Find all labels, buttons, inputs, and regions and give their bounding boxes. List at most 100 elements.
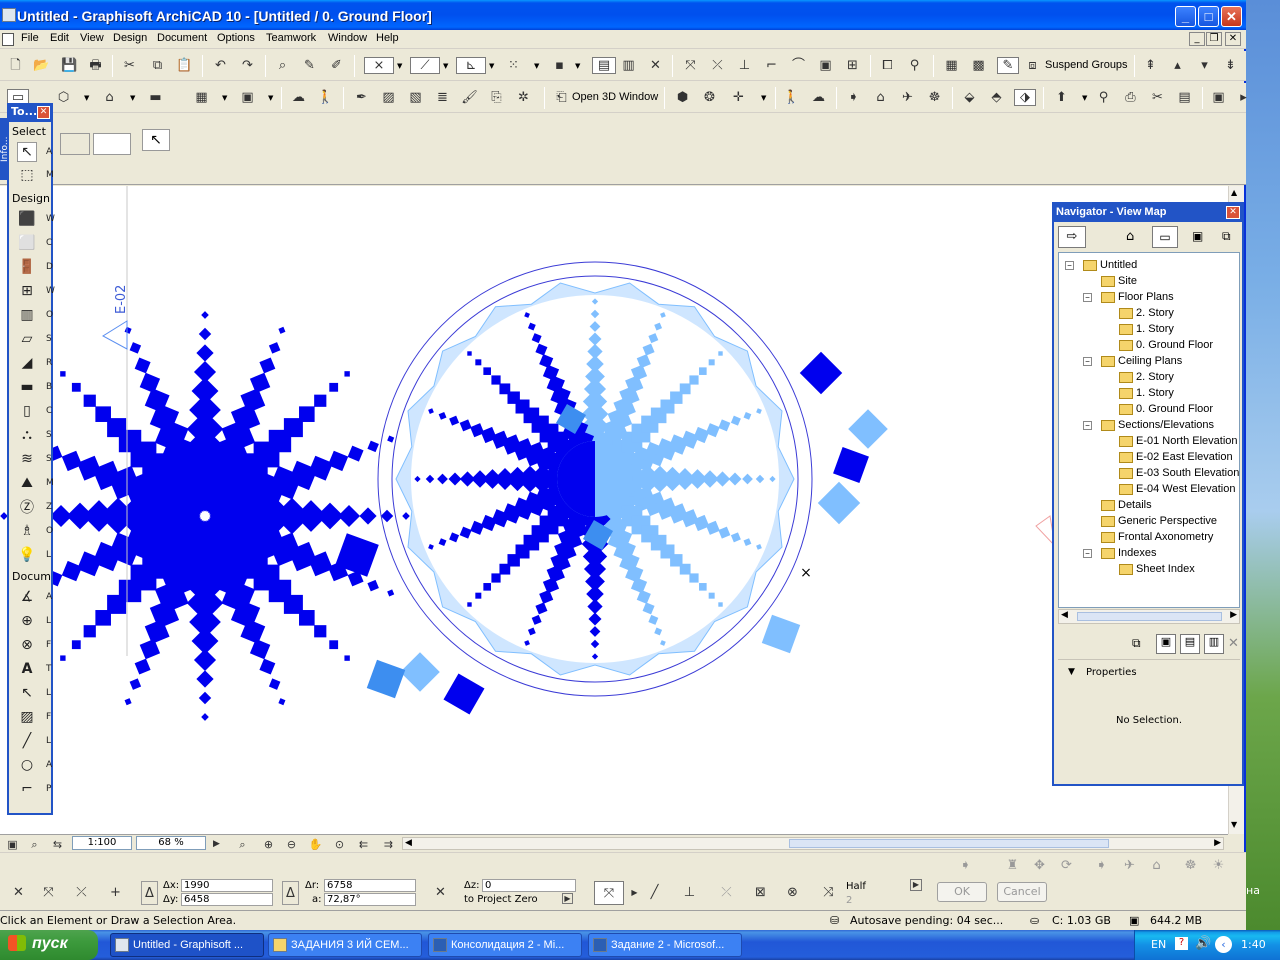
ungroup-icon[interactable]: ⚲	[906, 57, 923, 74]
chair-tool-icon[interactable]: ♗	[17, 521, 37, 541]
intersect-icon[interactable]: ⤧	[682, 57, 699, 74]
navigator-close-icon[interactable]: ✕	[1226, 206, 1240, 219]
mdi-minimize-button[interactable]: _	[1189, 32, 1205, 46]
absolute-coord-icon[interactable]: ⤫	[73, 884, 90, 901]
project-map-icon[interactable]: ⌂	[1126, 229, 1134, 244]
nav-light-icon[interactable]: ☀	[1210, 857, 1227, 874]
3d-box-icon[interactable]: ⬢	[674, 89, 691, 106]
angle-guide-icon[interactable]: ⟋	[410, 57, 440, 74]
relative-coord-icon[interactable]: ⤧	[40, 884, 57, 901]
navigator-hscroll[interactable]: ◀ ▶	[1058, 609, 1240, 624]
inject-icon[interactable]: ✐	[328, 57, 345, 74]
elevation-tool-icon[interactable]: ⬆	[1053, 89, 1070, 106]
task-archicad[interactable]: Untitled - Graphisoft ...	[110, 933, 264, 957]
snap-menu-icon[interactable]: ▶	[910, 879, 922, 891]
resize-icon[interactable]: ⊞	[844, 57, 861, 74]
delete-point-icon[interactable]: ✕	[10, 884, 27, 901]
pan-view-icon[interactable]: ⇆	[49, 836, 66, 853]
layout-icon[interactable]: ▣	[239, 89, 256, 106]
zoom-fit-icon[interactable]: ⌕	[26, 836, 43, 853]
tree-node[interactable]: − Untitled	[1065, 257, 1137, 273]
level-dimension-tool-icon[interactable]: ⊕	[17, 611, 37, 631]
text-tool-icon[interactable]: A	[17, 659, 37, 679]
nav-forward-icon[interactable]: ➧	[1093, 857, 1110, 874]
guide-line-icon[interactable]: ⤧	[594, 881, 624, 905]
tree-node[interactable]: E-02 East Elevation	[1119, 449, 1233, 465]
pen-icon[interactable]: ✒	[353, 89, 370, 106]
snap-icon[interactable]: ⊾	[456, 57, 486, 74]
undo-icon[interactable]: ↶	[212, 57, 229, 74]
save-icon[interactable]: 💾	[61, 57, 78, 74]
mesh-tool-icon[interactable]: ⛰	[17, 473, 37, 493]
fill-icon[interactable]: ▧	[407, 89, 424, 106]
zoom-field[interactable]: 68 %	[136, 836, 206, 850]
shell-tool-icon[interactable]: ≋	[17, 449, 37, 469]
tree-node[interactable]: 1. Story	[1119, 385, 1174, 401]
expand-arrow-icon[interactable]: ▼	[1068, 667, 1075, 677]
zone-tool-icon[interactable]: Ⓩ	[17, 497, 37, 517]
lamp-tool-icon[interactable]: 💡	[17, 545, 37, 565]
nav-move-icon[interactable]: ✥	[1031, 857, 1048, 874]
tree-node[interactable]: 2. Story	[1119, 369, 1174, 385]
tree-node[interactable]: − Indexes	[1083, 545, 1157, 561]
view-settings-icon[interactable]: ▣	[4, 836, 21, 853]
language-indicator[interactable]: EN	[1151, 938, 1166, 951]
floor-plan-drawing[interactable]: E-02 ×	[0, 186, 1228, 834]
mdi-close-button[interactable]: ✕	[1225, 32, 1241, 46]
cut-icon[interactable]: ✂	[121, 57, 138, 74]
tree-node[interactable]: 0. Ground Floor	[1119, 401, 1213, 417]
render-icon[interactable]: ✲	[515, 89, 532, 106]
plumb-icon[interactable]: ⚲	[1095, 89, 1112, 106]
suspend-groups-label[interactable]: Suspend Groups	[1045, 59, 1128, 71]
open-3d-label[interactable]: Open 3D Window	[572, 91, 658, 103]
perpendicular-icon[interactable]: ⊥	[681, 884, 698, 901]
fillet-icon[interactable]: ⌒	[790, 57, 807, 74]
publisher-icon[interactable]: ⧉	[1222, 229, 1231, 244]
trace-icon[interactable]: ▪	[551, 57, 568, 74]
3d-orbit-icon[interactable]: ❂	[701, 89, 718, 106]
collapse-toggle-icon[interactable]: −	[1083, 356, 1092, 366]
dx-field[interactable]: 1990	[181, 879, 273, 892]
dr-field[interactable]: 6758	[324, 879, 416, 892]
tree-node[interactable]: 1. Story	[1119, 321, 1174, 337]
offset-icon[interactable]: ⊠	[752, 884, 769, 901]
window-icon[interactable]: ▣	[1210, 89, 1227, 106]
bring-to-front-icon[interactable]: ⇞	[1142, 57, 1159, 74]
tree-node[interactable]: 2. Story	[1119, 305, 1174, 321]
arrow-pointer-icon[interactable]: ↖	[142, 129, 170, 151]
send-to-back-icon[interactable]: ⇟	[1222, 57, 1239, 74]
suspend-icon[interactable]: ⧈	[1024, 57, 1041, 74]
collapse-toggle-icon[interactable]: −	[1083, 420, 1092, 430]
toolbox-close-icon[interactable]: ✕	[37, 106, 50, 119]
open-icon[interactable]: 📂	[33, 57, 50, 74]
pick-up-icon[interactable]: ✎	[301, 57, 318, 74]
bring-forward-icon[interactable]: ▴	[1169, 57, 1186, 74]
redo-icon[interactable]: ↷	[239, 57, 256, 74]
close-button[interactable]: ✕	[1221, 6, 1242, 27]
hscroll-right-icon[interactable]: ▶	[1214, 838, 1221, 848]
tray-arrow-icon[interactable]: ‹	[1215, 936, 1232, 953]
tree-node[interactable]: E-03 South Elevation	[1119, 465, 1239, 481]
nav-fly-icon[interactable]: ✈	[1121, 857, 1138, 874]
offset-all-icon[interactable]: ⊗	[784, 884, 801, 901]
menu-options[interactable]: Options	[217, 32, 255, 44]
find-select-icon[interactable]: ⌕	[274, 57, 291, 74]
menu-design[interactable]: Design	[113, 32, 147, 44]
scroll-left-icon[interactable]: ◀	[1061, 610, 1068, 620]
publish-icon[interactable]: ⎙	[1122, 89, 1139, 106]
hatch-icon[interactable]: ▨	[380, 89, 397, 106]
section-icon[interactable]: ⬡	[55, 89, 72, 106]
arrow-tool-icon[interactable]: ↖	[17, 142, 37, 162]
dz-field[interactable]: 0	[482, 879, 576, 892]
wall-tool-icon[interactable]: ⬛	[17, 209, 37, 229]
ok-button[interactable]: OK	[937, 882, 987, 902]
mdi-restore-button[interactable]: ❐	[1206, 32, 1222, 46]
hscroll-thumb[interactable]	[789, 839, 1109, 848]
grid-snap-icon[interactable]: ▤	[592, 57, 616, 74]
paste-icon[interactable]: 📋	[176, 57, 193, 74]
camera-icon[interactable]: ☁	[810, 89, 827, 106]
delta-xy-icon[interactable]: Δ	[141, 881, 158, 905]
scroll-right-icon[interactable]: ▶	[1230, 610, 1237, 620]
parallel-icon[interactable]: ╱	[646, 884, 663, 901]
new-icon[interactable]: 🗋	[7, 57, 24, 74]
